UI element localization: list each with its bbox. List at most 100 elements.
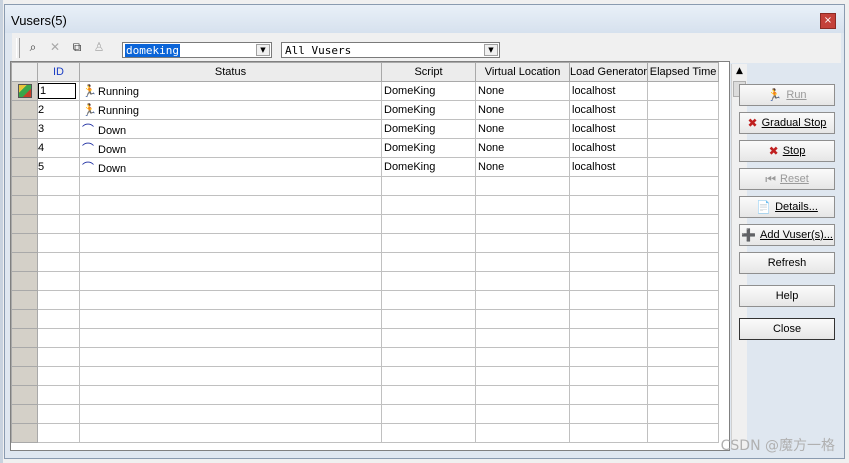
row-header[interactable] [11,176,38,196]
disabled-vuser-icon[interactable]: ♙ [90,38,108,56]
cell-script[interactable]: DomeKing [381,157,476,177]
cell-status[interactable]: ⌒ Down [79,157,382,177]
cell-elapsed-time[interactable] [647,157,720,177]
cell-id [37,309,80,329]
reset-button[interactable]: ⏮ Reset [739,168,835,190]
cell-load-generator[interactable]: localhost [568,81,649,101]
cell-location[interactable]: None [475,119,570,139]
table-row[interactable]: 2 🏃Running DomeKing None localhost [11,100,720,120]
cell-id[interactable]: 1 [37,81,80,101]
row-header[interactable] [11,81,38,101]
cell-status[interactable]: ⌒ Down [79,119,382,139]
column-header-status[interactable]: Status [79,62,382,82]
table-row[interactable] [11,404,720,424]
cell-load-generator[interactable]: localhost [568,157,649,177]
cell-load-generator[interactable]: localhost [568,138,649,158]
cell-script[interactable]: DomeKing [381,119,476,139]
cell-script[interactable]: DomeKing [381,100,476,120]
row-header[interactable] [11,195,38,215]
row-header[interactable] [11,271,38,291]
cell-location[interactable]: None [475,100,570,120]
table-row[interactable]: 4 ⌒ Down DomeKing None localhost [11,138,720,158]
row-header[interactable] [11,157,38,177]
cell-status[interactable]: 🏃Running [79,81,382,101]
column-header-load-generator[interactable]: Load Generator [568,62,649,82]
refresh-button[interactable]: Refresh [739,252,835,274]
row-header[interactable] [11,404,38,424]
column-header-id[interactable]: ID [37,62,80,82]
background-edge [0,0,3,463]
table-row[interactable] [11,385,720,405]
table-row[interactable] [11,252,720,272]
details-button[interactable]: 📄 Details... [739,196,835,218]
cell-elapsed-time [647,233,720,253]
cell-elapsed-time[interactable] [647,100,720,120]
cell-location[interactable]: None [475,138,570,158]
table-row[interactable] [11,290,720,310]
cell-id[interactable]: 3 [37,119,80,139]
chevron-down-icon[interactable]: ▼ [256,44,270,56]
cell-id[interactable]: 4 [37,138,80,158]
chevron-down-icon[interactable]: ▼ [484,44,498,56]
table-row[interactable] [11,195,720,215]
cell-elapsed-time[interactable] [647,81,720,101]
row-header[interactable] [11,423,38,443]
row-header[interactable] [11,138,38,158]
cell-script [381,252,476,272]
cell-script[interactable]: DomeKing [381,138,476,158]
column-header-script[interactable]: Script [381,62,476,82]
find-vuser-icon[interactable]: ⌕ [24,38,42,56]
gradual-stop-button[interactable]: ✖ Gradual Stop [739,112,835,134]
help-button[interactable]: Help [739,285,835,307]
group-select[interactable]: domeking ▼ [122,42,272,58]
table-row[interactable] [11,423,720,443]
table-row[interactable] [11,271,720,291]
row-header[interactable] [11,385,38,405]
cell-id[interactable]: 5 [37,157,80,177]
cell-load-generator[interactable]: localhost [568,119,649,139]
gradual-stop-label: Gradual Stop [761,117,827,129]
row-header[interactable] [11,328,38,348]
row-header[interactable] [11,309,38,329]
row-header[interactable] [11,366,38,386]
cell-script[interactable]: DomeKing [381,81,476,101]
cell-elapsed-time[interactable] [647,138,720,158]
close-window-button[interactable]: × [820,13,836,29]
table-row[interactable] [11,366,720,386]
row-header[interactable] [11,252,38,272]
row-header[interactable] [11,347,38,367]
add-vusers-button[interactable]: ➕ Add Vuser(s)... [739,224,835,246]
row-header[interactable] [11,214,38,234]
cell-location[interactable]: None [475,81,570,101]
run-button[interactable]: 🏃 Run [739,84,835,106]
table-row[interactable]: 5 ⌒ Down DomeKing None localhost [11,157,720,177]
table-row[interactable]: 3 ⌒ Down DomeKing None localhost [11,119,720,139]
filter-select[interactable]: All Vusers ▼ [281,42,500,58]
cell-location[interactable]: None [475,157,570,177]
scroll-up-icon[interactable]: ▲ [732,64,747,79]
cell-elapsed-time[interactable] [647,119,720,139]
table-row[interactable] [11,309,720,329]
table-row[interactable] [11,176,720,196]
cell-id[interactable]: 2 [37,100,80,120]
stop-button[interactable]: ✖ Stop [739,140,835,162]
table-row[interactable] [11,328,720,348]
table-row[interactable] [11,214,720,234]
table-row[interactable] [11,347,720,367]
cell-status [79,385,382,405]
cell-status[interactable]: 🏃Running [79,100,382,120]
cell-load-generator[interactable]: localhost [568,100,649,120]
row-header[interactable] [11,119,38,139]
table-row[interactable] [11,233,720,253]
column-header-select[interactable] [11,62,38,82]
column-header-elapsed-time[interactable]: Elapsed Time [647,62,720,82]
row-header[interactable] [11,290,38,310]
clear-icon[interactable]: ✕ [46,38,64,56]
copy-icon[interactable]: ⧉ [68,38,86,56]
row-header[interactable] [11,100,38,120]
row-header[interactable] [11,233,38,253]
table-row[interactable]: 1 🏃Running DomeKing None localhost [11,81,720,101]
column-header-location[interactable]: Virtual Location [475,62,570,82]
cell-status[interactable]: ⌒ Down [79,138,382,158]
close-button[interactable]: Close [739,318,835,340]
